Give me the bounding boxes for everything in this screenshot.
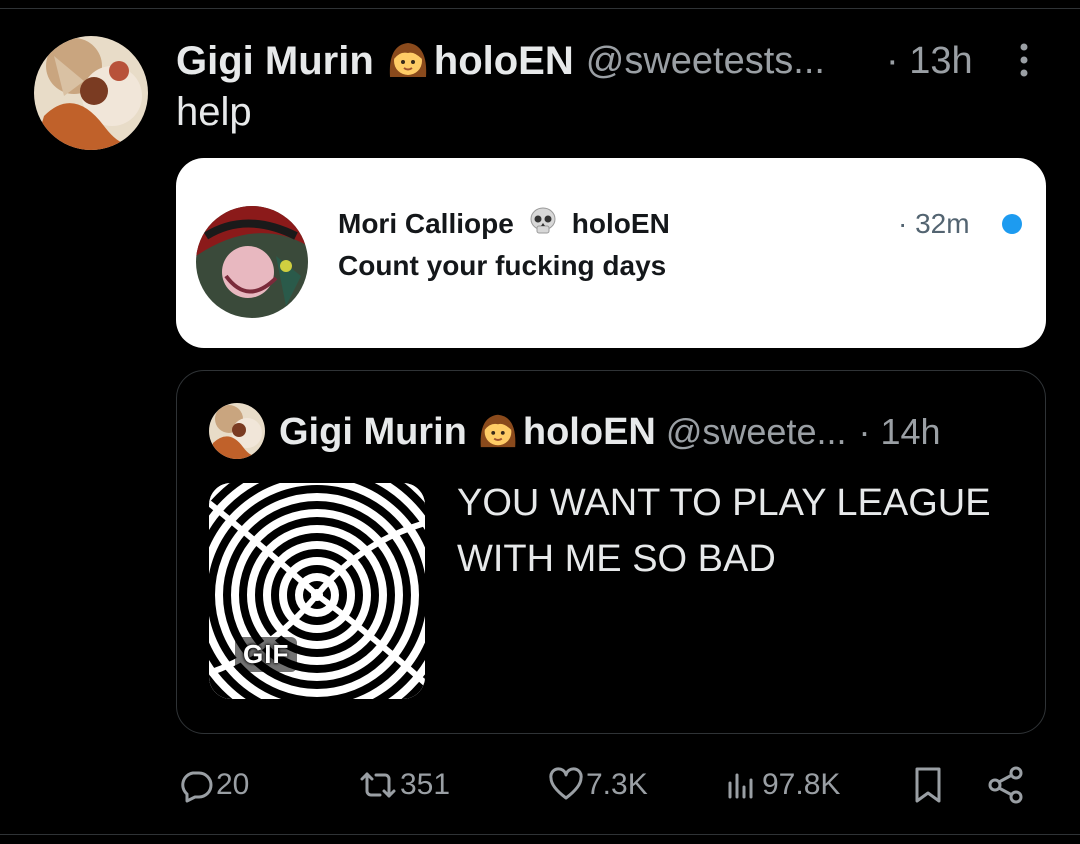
repost-icon xyxy=(358,767,398,803)
reply-icon xyxy=(178,767,214,803)
skull-emoji-icon xyxy=(528,206,558,243)
author-avatar[interactable] xyxy=(34,36,148,150)
author-suffix: holoEN xyxy=(433,38,574,83)
more-icon[interactable] xyxy=(1014,42,1034,78)
post-text: help xyxy=(176,90,252,134)
share-button[interactable] xyxy=(984,760,1026,810)
quoted-text: Count your fucking days xyxy=(338,250,667,281)
bookmark-button[interactable] xyxy=(908,760,946,810)
quoted-author-row: Mori Calliope holoEN xyxy=(338,206,670,242)
post-time[interactable]: · 13h xyxy=(886,36,973,86)
girl-emoji-icon xyxy=(386,37,430,86)
top-divider xyxy=(0,8,1080,9)
quoted-author-name[interactable]: Mori Calliope xyxy=(338,208,514,240)
embedded-text: YOU WANT TO PLAY LEAGUE WITH ME SO BAD xyxy=(457,482,991,580)
bottom-divider xyxy=(0,834,1080,835)
heart-icon xyxy=(548,767,584,803)
embedded-header: Gigi Murin holoEN @sweete... · 14h xyxy=(279,407,941,457)
quoted-author-suffix: holoEN xyxy=(571,208,670,239)
gif-thumbnail[interactable]: GIF xyxy=(209,483,425,699)
quoted-post-card[interactable]: Mori Calliope holoEN Count your fucking … xyxy=(176,158,1046,348)
action-bar: 20 351 7.3K 97.8K xyxy=(176,760,1046,810)
embedded-author-handle[interactable]: @sweete... xyxy=(666,411,847,453)
repost-count: 351 xyxy=(400,768,451,801)
views-icon xyxy=(724,767,760,803)
embedded-author-suffix: holoEN xyxy=(522,410,656,453)
quoted-author-avatar[interactable] xyxy=(196,206,308,318)
reply-count: 20 xyxy=(216,768,250,801)
quoted-time: · 32m xyxy=(898,208,970,239)
post-header: Gigi Murin holoEN @sweetests... xyxy=(176,36,825,86)
like-button[interactable]: 7.3K xyxy=(546,760,648,810)
embedded-author-avatar[interactable] xyxy=(209,403,265,459)
embedded-author-name[interactable]: Gigi Murin xyxy=(279,411,467,454)
embedded-post[interactable]: Gigi Murin holoEN @sweete... · 14h GIF Y… xyxy=(176,370,1046,734)
embedded-time[interactable]: · 14h xyxy=(858,411,940,453)
girl-emoji-icon xyxy=(477,409,519,456)
unread-dot-icon xyxy=(1002,214,1022,234)
bookmark-icon xyxy=(910,765,946,805)
author-name[interactable]: Gigi Murin xyxy=(176,39,374,84)
gif-label: GIF xyxy=(235,637,298,672)
author-handle[interactable]: @sweetests... xyxy=(586,40,825,83)
repost-button[interactable]: 351 xyxy=(356,760,450,810)
like-count: 7.3K xyxy=(586,768,648,801)
views-button[interactable]: 97.8K xyxy=(722,760,840,810)
views-count: 97.8K xyxy=(762,768,841,801)
share-icon xyxy=(986,765,1026,805)
reply-button[interactable]: 20 xyxy=(176,760,249,810)
